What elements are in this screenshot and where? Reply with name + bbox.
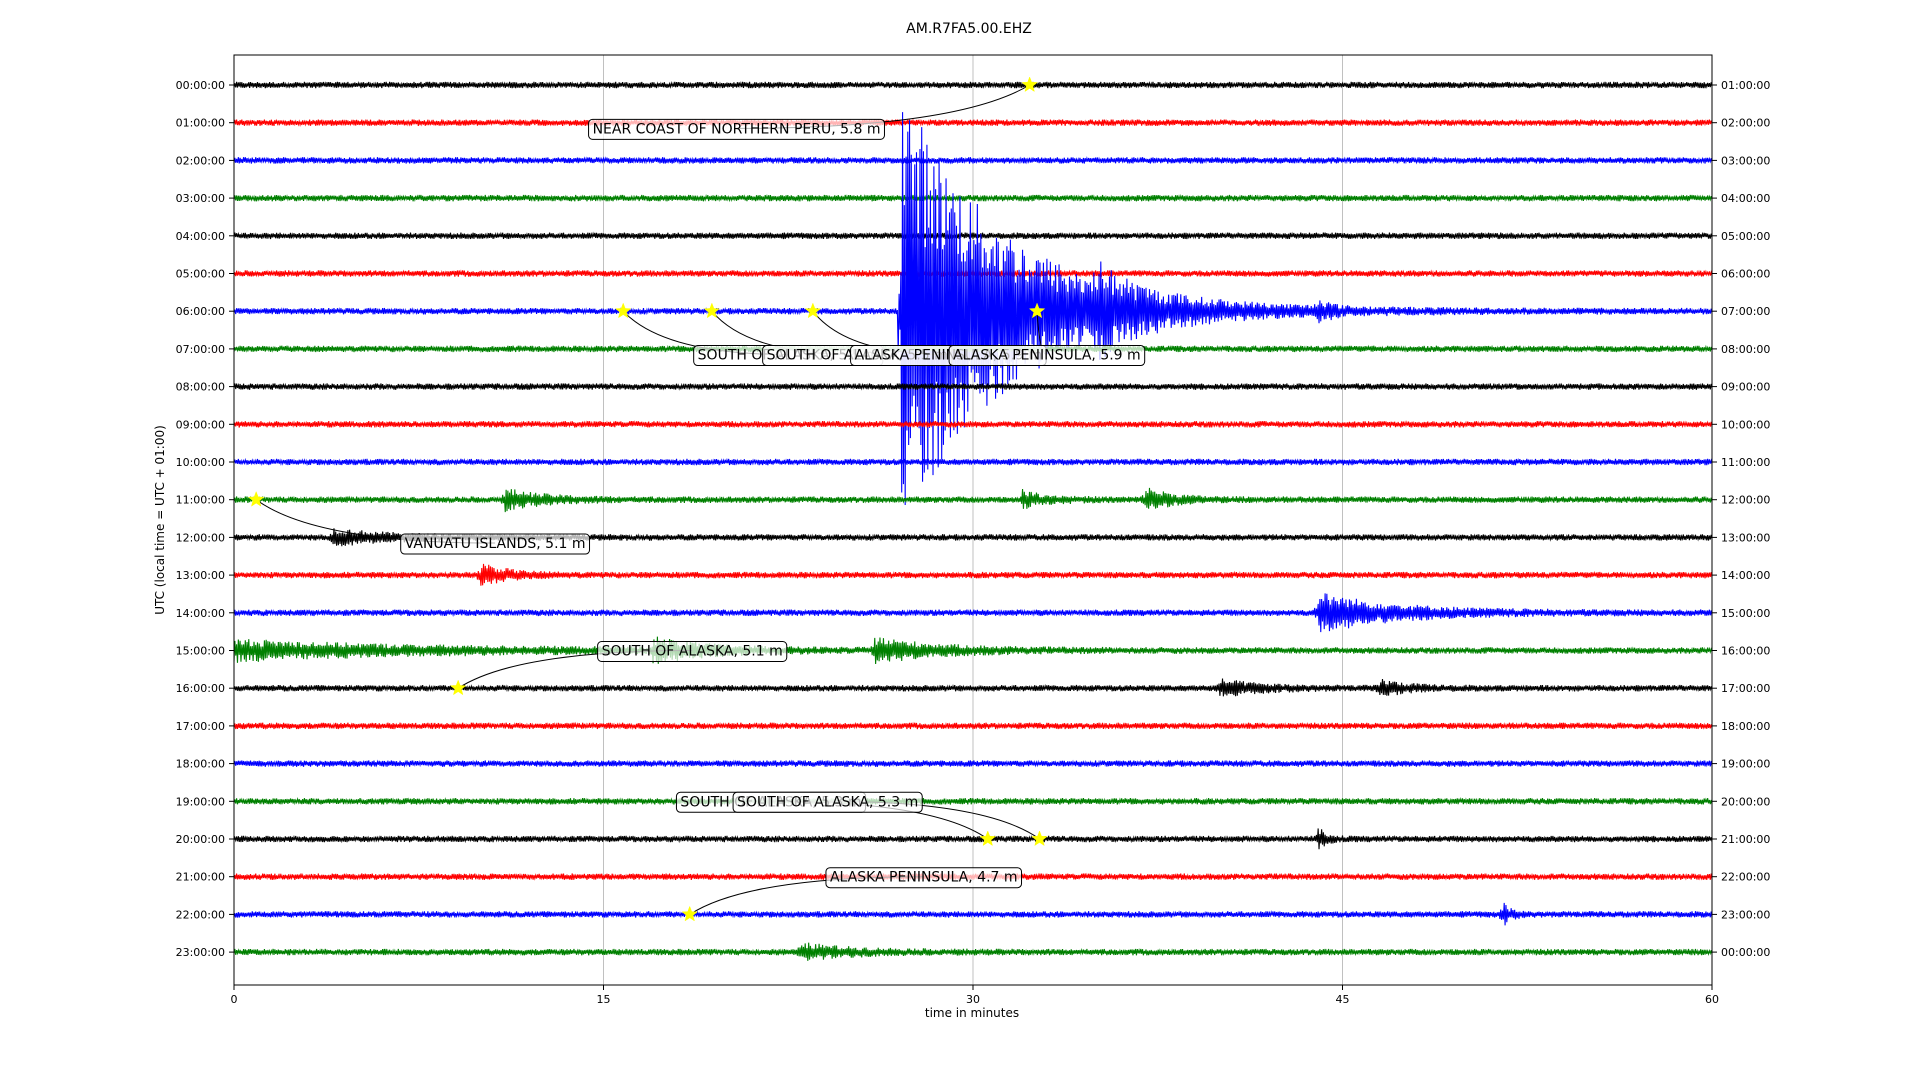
y-tick-label-right: 13:00:00 bbox=[1721, 531, 1770, 544]
annotation-label: ALASKA PENINSULA, 4.7 m bbox=[830, 870, 1018, 886]
event-annotation: SOUTH OF ALASKA, 5.3 m bbox=[732, 791, 923, 813]
y-tick-label-right: 03:00:00 bbox=[1721, 154, 1770, 167]
event-annotation: VANUATU ISLANDS, 5.1 m bbox=[400, 533, 591, 555]
annotation-label: SOUTH OF ALASKA, 5.3 m bbox=[737, 794, 918, 810]
y-tick-label-right: 21:00:00 bbox=[1721, 833, 1770, 846]
y-tick-label-left: 09:00:00 bbox=[176, 418, 225, 431]
y-tick-label-right: 11:00:00 bbox=[1721, 456, 1770, 469]
event-star-marker bbox=[449, 679, 467, 696]
y-tick-label-right: 22:00:00 bbox=[1721, 871, 1770, 884]
y-tick-label-right: 04:00:00 bbox=[1721, 192, 1770, 205]
y-tick-label-left: 18:00:00 bbox=[176, 758, 225, 771]
y-tick-label-left: 14:00:00 bbox=[176, 607, 225, 620]
y-tick-label-left: 19:00:00 bbox=[176, 795, 225, 808]
x-tick-label: 60 bbox=[1705, 993, 1719, 1006]
y-tick-label-right: 06:00:00 bbox=[1721, 268, 1770, 281]
y-tick-label-right: 23:00:00 bbox=[1721, 908, 1770, 921]
seismogram-chart: AM.R7FA5.00.EHZ NEAR COAST OF NORTHERN P… bbox=[153, 21, 1770, 1020]
annotation-label: NEAR COAST OF NORTHERN PERU, 5.8 m bbox=[593, 121, 881, 137]
y-tick-label-right: 16:00:00 bbox=[1721, 645, 1770, 658]
y-tick-label-right: 07:00:00 bbox=[1721, 305, 1770, 318]
y-tick-label-right: 15:00:00 bbox=[1721, 607, 1770, 620]
y-tick-label-left: 16:00:00 bbox=[176, 682, 225, 695]
grid-lines bbox=[603, 55, 1343, 985]
y-tick-label-left: 23:00:00 bbox=[176, 946, 225, 959]
x-tick-label: 45 bbox=[1336, 993, 1350, 1006]
y-tick-label-left: 05:00:00 bbox=[176, 268, 225, 281]
event-star-marker bbox=[979, 830, 997, 847]
y-tick-label-left: 01:00:00 bbox=[176, 117, 225, 130]
x-tick-label: 0 bbox=[231, 993, 238, 1006]
y-tick-label-right: 10:00:00 bbox=[1721, 418, 1770, 431]
y-tick-label-left: 21:00:00 bbox=[176, 871, 225, 884]
event-annotation: ALASKA PENINSULA, 5.9 m bbox=[948, 345, 1146, 367]
y-tick-label-left: 11:00:00 bbox=[176, 494, 225, 507]
y-tick-label-right: 14:00:00 bbox=[1721, 569, 1770, 582]
y-axis-label: UTC (local time = UTC + 01:00) bbox=[153, 425, 167, 615]
y-tick-label-left: 06:00:00 bbox=[176, 305, 225, 318]
y-tick-label-left: 12:00:00 bbox=[176, 531, 225, 544]
chart-title: AM.R7FA5.00.EHZ bbox=[906, 21, 1032, 37]
annotation-label: SOUTH OF ALASKA, 5.1 m bbox=[602, 644, 783, 660]
y-tick-label-left: 20:00:00 bbox=[176, 833, 225, 846]
y-tick-label-right: 05:00:00 bbox=[1721, 230, 1770, 243]
y-tick-label-left: 02:00:00 bbox=[176, 154, 225, 167]
event-annotation: NEAR COAST OF NORTHERN PERU, 5.8 m bbox=[588, 118, 885, 140]
y-tick-label-right: 18:00:00 bbox=[1721, 720, 1770, 733]
y-tick-label-left: 00:00:00 bbox=[176, 79, 225, 92]
y-tick-label-left: 22:00:00 bbox=[176, 908, 225, 921]
event-annotation: SOUTH OF ALASKA, 5.1 m bbox=[597, 641, 788, 662]
y-tick-label-left: 13:00:00 bbox=[176, 569, 225, 582]
x-axis-label: time in minutes bbox=[925, 1006, 1019, 1020]
event-star-marker bbox=[614, 302, 632, 319]
x-tick-label: 15 bbox=[597, 993, 611, 1006]
annotation-label: VANUATU ISLANDS, 5.1 m bbox=[405, 536, 586, 552]
event-star-marker bbox=[247, 490, 265, 507]
event-star-marker bbox=[1031, 830, 1048, 847]
y-tick-label-right: 00:00:00 bbox=[1721, 946, 1770, 959]
event-star-marker bbox=[804, 302, 822, 319]
event-star-marker bbox=[1021, 76, 1038, 93]
y-tick-label-right: 19:00:00 bbox=[1721, 758, 1770, 771]
y-tick-label-left: 15:00:00 bbox=[176, 645, 225, 658]
x-tick-labels: 0 15 30 45 60 bbox=[231, 985, 1719, 1006]
y-tick-label-right: 17:00:00 bbox=[1721, 682, 1770, 695]
y-tick-label-right: 08:00:00 bbox=[1721, 343, 1770, 356]
event-star-marker bbox=[703, 302, 721, 319]
x-tick-label: 30 bbox=[966, 993, 980, 1006]
annotation-label: ALASKA PENINSULA, 5.9 m bbox=[953, 348, 1141, 364]
y-tick-label-left: 07:00:00 bbox=[176, 343, 225, 356]
y-tick-label-left: 03:00:00 bbox=[176, 192, 225, 205]
y-tick-label-left: 04:00:00 bbox=[176, 230, 225, 243]
y-tick-label-right: 20:00:00 bbox=[1721, 795, 1770, 808]
y-tick-label-right: 02:00:00 bbox=[1721, 117, 1770, 130]
y-tick-label-left: 10:00:00 bbox=[176, 456, 225, 469]
y-tick-label-left: 17:00:00 bbox=[176, 720, 225, 733]
event-star-marker bbox=[681, 905, 698, 922]
event-annotation: ALASKA PENINSULA, 4.7 m bbox=[825, 867, 1023, 889]
y-tick-label-right: 12:00:00 bbox=[1721, 494, 1770, 507]
y-tick-label-right: 01:00:00 bbox=[1721, 79, 1770, 92]
y-tick-label-right: 09:00:00 bbox=[1721, 381, 1770, 394]
y-tick-label-left: 08:00:00 bbox=[176, 381, 225, 394]
